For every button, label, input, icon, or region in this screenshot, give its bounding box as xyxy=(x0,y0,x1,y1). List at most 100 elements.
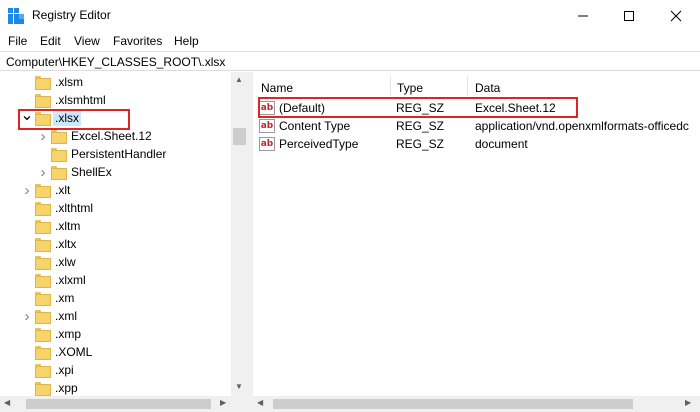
tree-item-label: .XOML xyxy=(55,345,93,359)
close-button[interactable] xyxy=(652,0,700,31)
tree-item[interactable]: .xpi xyxy=(20,361,76,379)
tree-item-label: .xlsmhtml xyxy=(55,93,106,107)
list-hscroll-thumb[interactable] xyxy=(273,399,633,409)
value-name: Content Type xyxy=(279,119,351,133)
folder-icon xyxy=(34,237,51,252)
scroll-right-icon[interactable]: ▶ xyxy=(685,398,691,407)
scroll-up-icon[interactable]: ▲ xyxy=(235,75,243,84)
list-horizontal-scrollbar[interactable]: ◀ ▶ xyxy=(253,396,700,412)
menu-help[interactable]: Help xyxy=(174,34,199,48)
tree-item-label: .xltm xyxy=(55,219,81,233)
tree-item[interactable]: .xmp xyxy=(20,325,83,343)
window-title: Registry Editor xyxy=(32,8,111,22)
tree-horizontal-scrollbar[interactable]: ◀ ▶ xyxy=(0,396,248,412)
tree-item[interactable]: .XOML xyxy=(20,343,94,361)
tree-item[interactable]: › ShellEx xyxy=(36,163,114,181)
string-value-icon: ab xyxy=(259,137,275,151)
expander-placeholder xyxy=(20,325,34,343)
tree-item[interactable]: .xltx xyxy=(20,235,78,253)
tree-item-label: .xpp xyxy=(55,381,78,395)
tree-item-label: .xltx xyxy=(55,237,77,251)
tree-scroll-thumb[interactable] xyxy=(233,128,246,145)
expander-placeholder xyxy=(20,379,34,397)
scroll-left-icon[interactable]: ◀ xyxy=(257,398,263,407)
value-row[interactable]: ab PerceivedType REG_SZ document xyxy=(253,135,700,153)
tree-item[interactable]: .xpp xyxy=(20,379,80,397)
expander-placeholder xyxy=(20,73,34,91)
column-divider xyxy=(467,76,468,96)
column-data-header[interactable]: Data xyxy=(475,81,500,95)
folder-icon xyxy=(34,291,51,306)
value-data: application/vnd.openxmlformats-officedc xyxy=(475,119,689,133)
expander-placeholder xyxy=(20,289,34,307)
minimize-button[interactable] xyxy=(560,0,606,31)
folder-icon xyxy=(50,147,67,162)
registry-editor-icon xyxy=(8,8,24,24)
folder-icon xyxy=(34,75,51,90)
folder-icon xyxy=(34,183,51,198)
value-row[interactable]: ab Content Type REG_SZ application/vnd.open… xyxy=(253,117,700,135)
chevron-right-icon[interactable]: › xyxy=(20,307,34,325)
tree-item-label: .xml xyxy=(55,309,77,323)
expander-placeholder xyxy=(36,145,50,163)
tree-item[interactable]: .xlw xyxy=(20,253,78,271)
tree-item-label: .xlsm xyxy=(55,75,83,89)
folder-icon xyxy=(34,345,51,360)
folder-icon xyxy=(50,129,67,144)
tree-item-label: ShellEx xyxy=(71,165,112,179)
expander-placeholder xyxy=(20,235,34,253)
address-path: Computer\HKEY_CLASSES_ROOT\.xlsx xyxy=(6,55,226,69)
menu-edit[interactable]: Edit xyxy=(40,34,61,48)
close-icon xyxy=(670,10,682,21)
tree-item[interactable]: .xlthtml xyxy=(20,199,95,217)
tree-item[interactable]: .xm xyxy=(20,289,76,307)
value-type: REG_SZ xyxy=(396,137,445,151)
tree-item-label: .xlxml xyxy=(55,273,86,287)
tree-item-label: PersistentHandler xyxy=(71,147,167,161)
tree-item-label: .xlthtml xyxy=(55,201,94,215)
tree-item-label: .xpi xyxy=(55,363,74,377)
maximize-button[interactable] xyxy=(606,0,652,31)
expander-placeholder xyxy=(20,253,34,271)
column-name-header[interactable]: Name xyxy=(261,81,293,95)
expander-placeholder xyxy=(20,217,34,235)
scroll-right-icon[interactable]: ▶ xyxy=(220,398,226,407)
tree-item-label: .xlw xyxy=(55,255,76,269)
title-bar: Registry Editor xyxy=(0,0,700,31)
highlight-xlsx-key xyxy=(18,109,130,130)
tree-item[interactable]: PersistentHandler xyxy=(36,145,168,163)
value-type: REG_SZ xyxy=(396,119,445,133)
folder-icon xyxy=(34,93,51,108)
highlight-default-value xyxy=(258,97,578,118)
menu-view[interactable]: View xyxy=(74,34,100,48)
tree-item[interactable]: › .xml xyxy=(20,307,79,325)
scroll-left-icon[interactable]: ◀ xyxy=(4,398,10,407)
menu-bar: File Edit View Favorites Help xyxy=(0,31,700,51)
chevron-right-icon[interactable]: › xyxy=(20,181,34,199)
folder-icon xyxy=(34,219,51,234)
expander-placeholder xyxy=(20,343,34,361)
folder-icon xyxy=(34,363,51,378)
expander-placeholder xyxy=(20,271,34,289)
tree-vertical-scrollbar[interactable]: ▲ ▼ xyxy=(231,72,248,396)
tree-item[interactable]: › .xlt xyxy=(20,181,72,199)
expander-placeholder xyxy=(20,199,34,217)
string-value-icon: ab xyxy=(259,119,275,133)
value-data: document xyxy=(475,137,528,151)
tree-item[interactable]: .xlxml xyxy=(20,271,88,289)
column-type-header[interactable]: Type xyxy=(397,81,423,95)
menu-file[interactable]: File xyxy=(8,34,27,48)
column-divider xyxy=(390,76,391,96)
scroll-down-icon[interactable]: ▼ xyxy=(235,382,243,391)
folder-icon xyxy=(34,255,51,270)
folder-icon xyxy=(34,309,51,324)
chevron-right-icon[interactable]: › xyxy=(36,163,50,181)
values-list[interactable]: Name Type Data ab (Default) REG_SZ Excel.Sh… xyxy=(253,72,700,412)
tree-item[interactable]: .xlsm xyxy=(20,73,85,91)
maximize-icon xyxy=(624,10,634,21)
tree-item[interactable]: .xltm xyxy=(20,217,82,235)
tree-hscroll-thumb[interactable] xyxy=(26,399,211,409)
address-bar[interactable]: Computer\HKEY_CLASSES_ROOT\.xlsx xyxy=(0,51,700,71)
menu-favorites[interactable]: Favorites xyxy=(113,34,162,48)
folder-icon xyxy=(34,273,51,288)
